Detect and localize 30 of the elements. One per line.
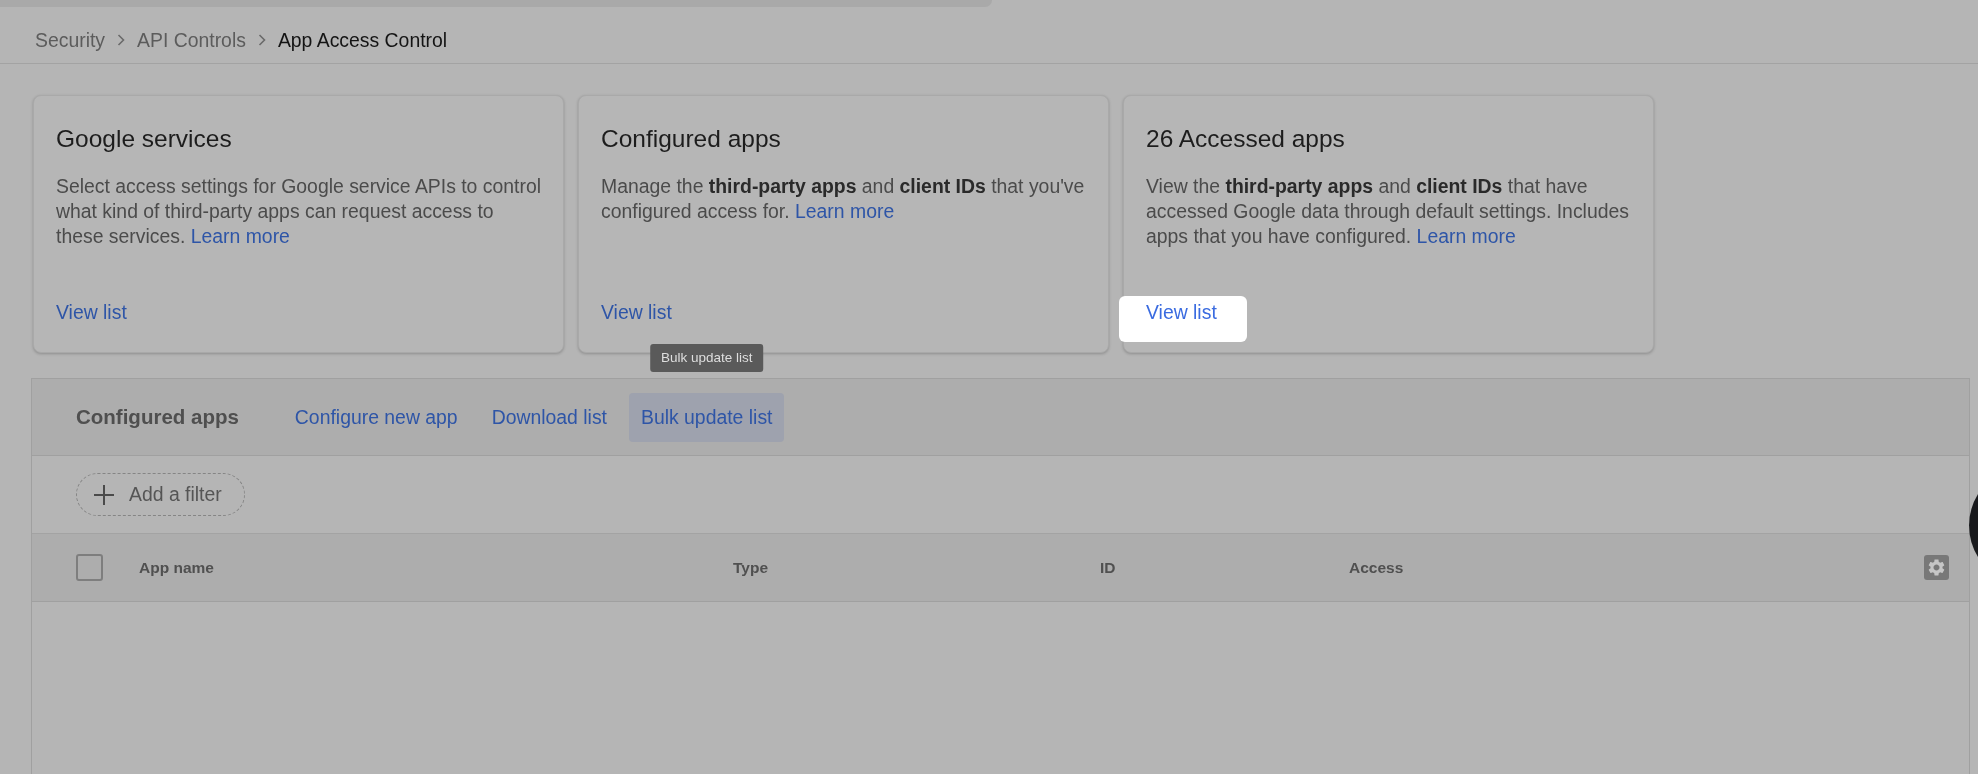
toolbar-action-button[interactable]: Configure new app	[282, 392, 470, 442]
learn-more-link[interactable]: Learn more	[190, 225, 290, 247]
column-header[interactable]: App name	[139, 558, 733, 577]
card-description: Manage the third-party apps and client IDs that you've configured access for. Learn more	[601, 174, 1086, 224]
breadcrumb-link[interactable]: API Controls	[137, 28, 246, 52]
card-title: Configured apps	[601, 124, 782, 154]
toolbar-action-button[interactable]: Bulk update list	[628, 392, 785, 442]
plus-icon	[94, 484, 114, 505]
current-page-label: App Access Control	[277, 28, 448, 52]
learn-more-link[interactable]: Learn more	[795, 200, 895, 222]
floating-button[interactable]	[1969, 494, 1978, 557]
card-title: Google services	[56, 124, 233, 154]
view-list-link[interactable]: View list	[56, 300, 127, 325]
settings-icon[interactable]	[1924, 555, 1949, 580]
column-header[interactable]: Access	[1349, 558, 1924, 577]
card-description: Select access settings for Google service APIs to control what kind of third-party apps can request access to these services. Learn more	[56, 174, 542, 249]
column-header[interactable]: ID	[1100, 558, 1349, 577]
card-description: View the third-party apps and client IDs that have accessed Google data through default settings. Includes apps that you have configured. Learn more	[1146, 174, 1630, 249]
breadcrumb-link[interactable]: Security	[35, 28, 106, 52]
column-header[interactable]: Type	[733, 558, 1100, 577]
view-list-link[interactable]: View list	[601, 300, 672, 325]
learn-more-link[interactable]: Learn more	[1416, 225, 1516, 247]
tooltip: Bulk update list	[649, 343, 764, 372]
card-title: 26 Accessed apps	[1146, 124, 1346, 154]
chevron-icon	[257, 34, 266, 46]
toolbar-action-button[interactable]: Download list	[479, 392, 619, 442]
view-list-link[interactable]: View list	[1119, 296, 1247, 342]
panel-title: Configured apps	[76, 405, 239, 429]
chevron-icon	[117, 34, 126, 46]
select-all-checkbox[interactable]	[76, 554, 103, 581]
